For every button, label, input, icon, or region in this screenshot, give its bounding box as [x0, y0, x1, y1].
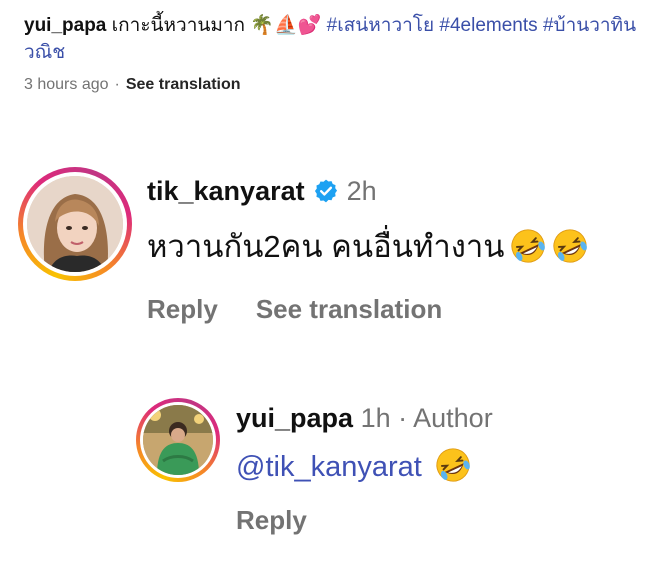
- mention-link[interactable]: @tik_kanyarat: [236, 451, 422, 483]
- rolling-laughing-emoji-icon: [510, 229, 545, 263]
- see-translation-button[interactable]: See translation: [256, 294, 442, 324]
- see-translation-link[interactable]: See translation: [126, 76, 241, 93]
- caption-emojis: 🌴⛵💕: [250, 14, 322, 36]
- comment-body: หวานกัน2คน คนอื่นทำงาน: [147, 226, 589, 268]
- reply-button[interactable]: Reply: [147, 294, 218, 324]
- avatar-tik-kanyarat[interactable]: [18, 167, 132, 281]
- caption-timestamp: 3 hours ago: [24, 76, 109, 93]
- post-caption: yui_papa เกาะนี้หวานมาก 🌴⛵💕 #เสน่หาวาโย …: [24, 12, 644, 66]
- avatar-portrait-icon: [27, 176, 123, 272]
- rolling-laughing-emoji-icon: [436, 448, 470, 482]
- author-label: Author: [413, 403, 493, 433]
- avatar-photo: [27, 176, 123, 272]
- hashtag-2[interactable]: #4elements: [439, 15, 537, 36]
- avatar-ring-gap: [23, 172, 127, 276]
- reply-body: @tik_kanyarat: [236, 446, 472, 486]
- caption-text: เกาะนี้หวานมาก: [111, 15, 246, 36]
- comment-timestamp: 2h: [346, 176, 377, 206]
- meta-separator: ·: [398, 403, 408, 433]
- avatar-ring-gap: [140, 402, 216, 478]
- caption-username[interactable]: yui_papa: [24, 15, 106, 36]
- reply-username[interactable]: yui_papa: [236, 403, 353, 433]
- avatar-yui-papa[interactable]: [136, 398, 220, 482]
- reply-actions: Reply: [236, 503, 307, 537]
- comment-header: tik_kanyarat 2h: [147, 173, 377, 209]
- avatar-photo: [143, 405, 213, 475]
- reply-timestamp: 1h: [360, 403, 391, 433]
- verified-badge-icon: [314, 179, 337, 203]
- rolling-laughing-emoji-icon: [552, 229, 587, 263]
- avatar-portrait-icon: [143, 405, 213, 475]
- comment-text: หวานกัน2คน คนอื่นทำงาน: [147, 229, 505, 264]
- comment-username[interactable]: tik_kanyarat: [147, 173, 305, 209]
- hashtag-3-continued[interactable]: วณิช: [24, 42, 65, 63]
- hashtag-3[interactable]: #บ้านวาทิน: [543, 15, 636, 36]
- reply-header: yui_papa 1h · Author: [236, 400, 493, 436]
- hashtag-1[interactable]: #เสน่หาวาโย: [327, 15, 435, 36]
- comment-actions: Reply See translation: [147, 292, 442, 326]
- caption-meta: 3 hours ago · See translation: [24, 76, 241, 93]
- reply-button[interactable]: Reply: [236, 505, 307, 535]
